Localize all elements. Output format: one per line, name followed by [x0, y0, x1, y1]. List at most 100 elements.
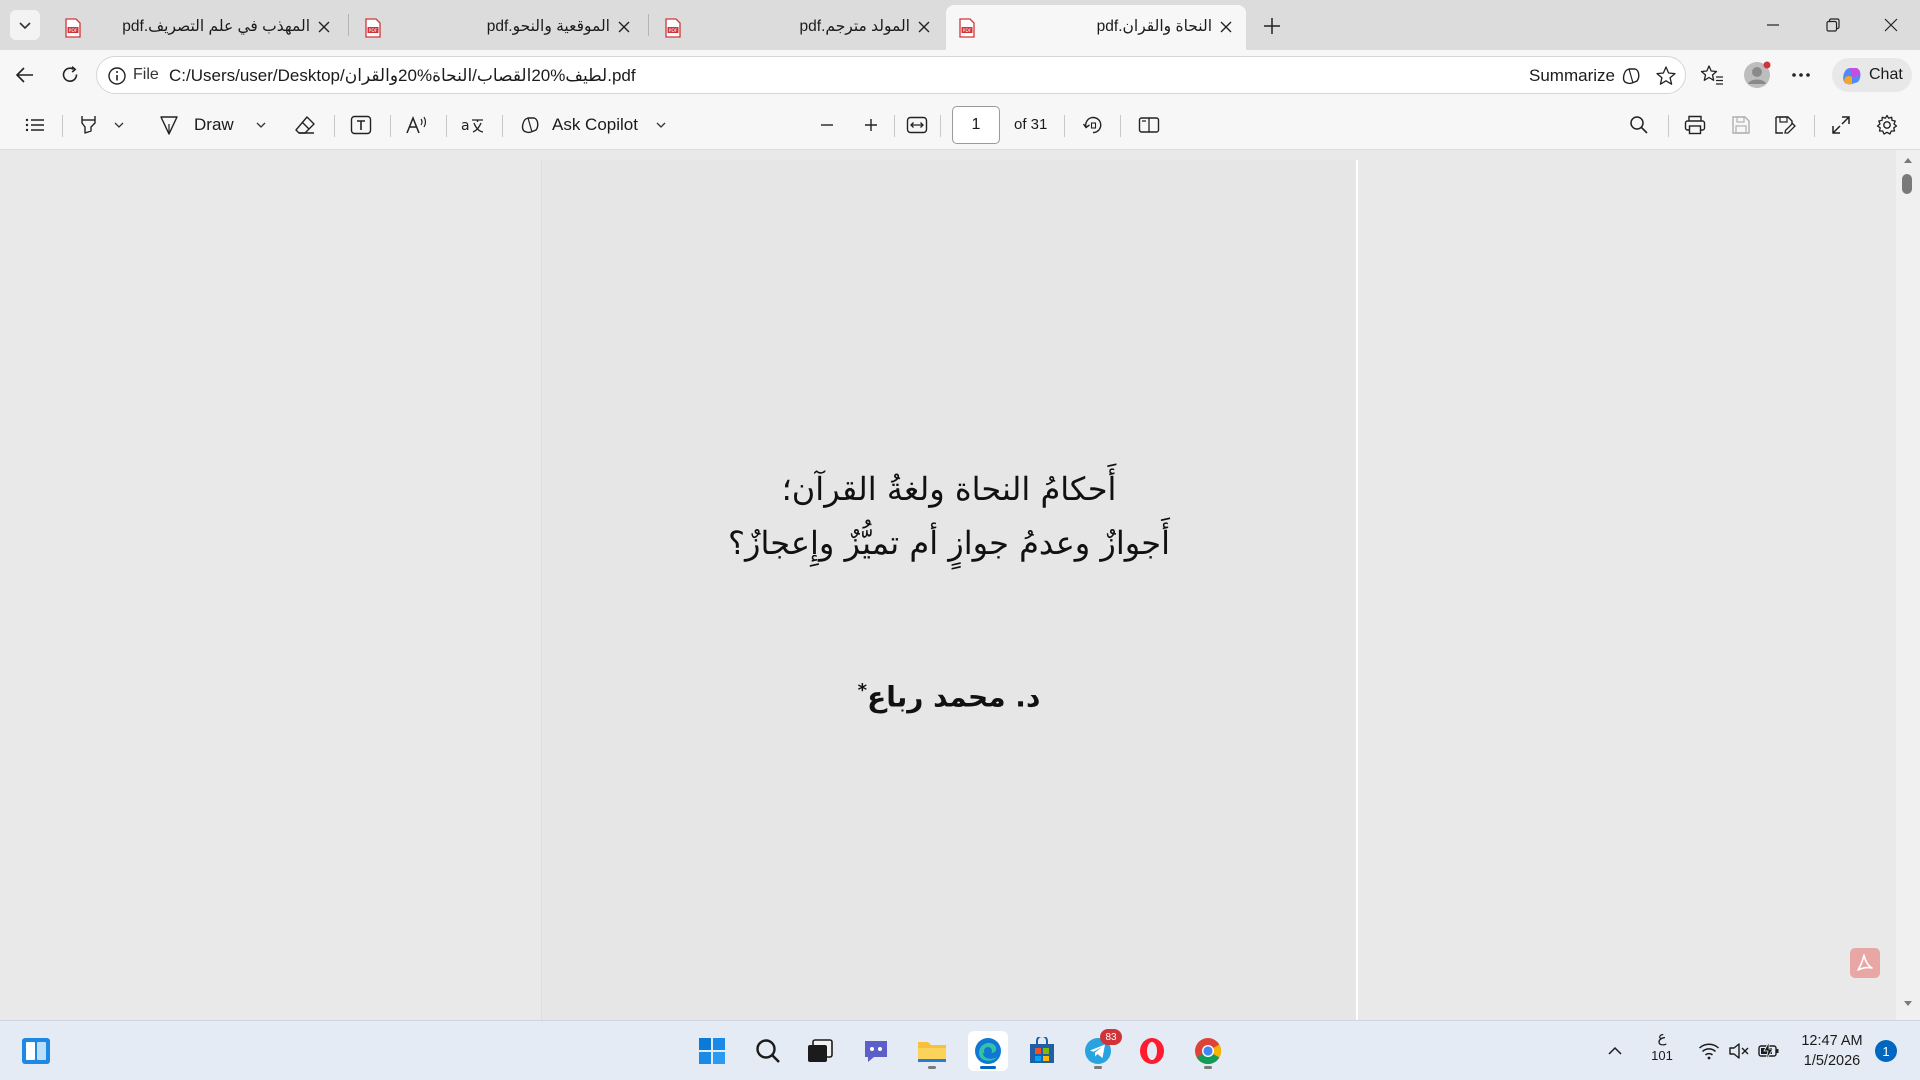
close-icon — [318, 21, 330, 33]
find-button[interactable] — [1624, 110, 1654, 140]
highlight-options-dropdown[interactable] — [110, 110, 128, 140]
read-aloud-button[interactable] — [402, 110, 432, 140]
favorite-star-icon[interactable] — [1655, 65, 1677, 87]
close-icon — [618, 21, 630, 33]
profile-button[interactable] — [1742, 60, 1772, 90]
minimize-button[interactable] — [1756, 10, 1790, 40]
keyboard-layout-sub: 101 — [1651, 1048, 1673, 1063]
scrollbar-thumb[interactable] — [1902, 174, 1912, 194]
draw-button[interactable]: Draw — [158, 110, 234, 140]
volume-muted-icon — [1729, 1043, 1749, 1059]
summarize-button[interactable]: Summarize — [1529, 66, 1615, 86]
scroll-up-arrow-icon[interactable] — [1903, 156, 1913, 164]
erase-button[interactable] — [290, 110, 320, 140]
start-button[interactable] — [692, 1031, 732, 1071]
system-clock[interactable]: 12:47 AM 1/5/2026 — [1796, 1031, 1868, 1071]
pen-draw-icon — [160, 116, 178, 135]
pdf-settings-button[interactable] — [1872, 110, 1902, 140]
restore-button[interactable] — [1816, 10, 1850, 40]
tab-actions-menu-button[interactable] — [10, 10, 40, 40]
highlight-button[interactable] — [74, 110, 104, 140]
translate-button[interactable]: a — [458, 110, 488, 140]
opera-logo-icon — [1140, 1038, 1164, 1064]
chevron-down-icon — [114, 122, 124, 128]
close-tab-button[interactable] — [614, 17, 634, 37]
print-button[interactable] — [1680, 110, 1710, 140]
clock-date: 1/5/2026 — [1803, 1053, 1861, 1069]
chrome-button[interactable] — [1188, 1031, 1228, 1071]
page-total-label: of 31 — [1014, 116, 1048, 133]
copilot-outline-icon[interactable] — [1620, 65, 1642, 87]
wifi-status-button[interactable] — [1694, 1031, 1724, 1071]
ask-copilot-dropdown[interactable] — [652, 110, 670, 140]
close-icon — [918, 21, 930, 33]
tab-mowallad[interactable]: PDF المولد مترجم.pdf — [652, 5, 944, 50]
rotate-button[interactable] — [1078, 110, 1108, 140]
refresh-button[interactable] — [55, 60, 85, 90]
full-screen-button[interactable] — [1826, 110, 1856, 140]
close-tab-button[interactable] — [1216, 17, 1236, 37]
table-of-contents-button[interactable] — [20, 110, 50, 140]
opera-button[interactable] — [1132, 1031, 1172, 1071]
pdf-viewer[interactable]: أَحكامُ النحاة ولغةُ القرآن؛ أَجوازٌ وعد… — [0, 150, 1920, 1020]
document-title-line-2: أَجوازٌ وعدمُ جوازٍ أم تميُّزٌ وإِعجازٌ؟ — [728, 524, 1170, 562]
close-tab-button[interactable] — [914, 17, 934, 37]
vertical-scrollbar[interactable] — [1896, 150, 1920, 1020]
plus-icon — [865, 119, 877, 131]
fit-width-icon — [906, 116, 928, 134]
notification-count-badge[interactable]: 1 — [1875, 1040, 1897, 1062]
chevron-down-icon — [256, 122, 266, 128]
current-page-value: 1 — [971, 116, 981, 133]
edge-browser-button[interactable] — [968, 1031, 1008, 1071]
add-text-button[interactable] — [346, 110, 376, 140]
address-field[interactable]: File C:/Users/user/Desktop/لطيف%20القصاب… — [96, 56, 1686, 94]
toolbar-divider — [502, 115, 503, 137]
page-view-button[interactable] — [1134, 110, 1164, 140]
favorites-button[interactable] — [1697, 60, 1727, 90]
draw-label: Draw — [194, 115, 234, 134]
ask-copilot-button[interactable]: Ask Copilot — [518, 110, 638, 140]
save-button[interactable] — [1726, 110, 1756, 140]
toolbar-divider — [390, 115, 391, 137]
widgets-button[interactable] — [16, 1031, 56, 1071]
tab-mohadhab[interactable]: PDF المهذب في علم التصريف.pdf — [52, 5, 344, 50]
taskbar-search-button[interactable] — [748, 1031, 788, 1071]
new-tab-button[interactable] — [1258, 12, 1286, 40]
telegram-unread-badge: 83 — [1100, 1029, 1122, 1045]
copilot-icon — [1843, 68, 1861, 85]
acrobat-icon[interactable] — [1850, 948, 1880, 978]
gear-icon — [1876, 114, 1898, 135]
search-icon — [756, 1039, 780, 1063]
zoom-out-button[interactable] — [812, 110, 842, 140]
scroll-down-arrow-icon[interactable] — [1903, 1000, 1913, 1008]
tab-nuhat-quran[interactable]: PDF النحاة والقران.pdf — [946, 5, 1246, 50]
file-explorer-button[interactable] — [912, 1031, 952, 1071]
teams-chat-button[interactable] — [856, 1031, 896, 1071]
draw-options-dropdown[interactable] — [252, 110, 270, 140]
close-tab-button[interactable] — [314, 17, 334, 37]
svg-text:PDF: PDF — [369, 28, 378, 34]
battery-status-button[interactable] — [1754, 1031, 1784, 1071]
microsoft-store-button[interactable] — [1022, 1031, 1062, 1071]
close-window-button[interactable] — [1874, 10, 1908, 40]
refresh-icon — [62, 66, 78, 82]
zoom-in-button[interactable] — [856, 110, 886, 140]
settings-more-button[interactable] — [1786, 60, 1816, 90]
fit-to-width-button[interactable] — [902, 110, 932, 140]
info-icon[interactable] — [107, 66, 127, 86]
volume-button[interactable] — [1724, 1031, 1754, 1071]
task-view-button[interactable] — [800, 1031, 840, 1071]
copilot-chat-button[interactable]: Chat — [1832, 58, 1912, 92]
telegram-button[interactable]: 83 — [1078, 1029, 1122, 1071]
tab-mawqiiya[interactable]: PDF الموقعية والنحو.pdf — [352, 5, 644, 50]
svg-text:a: a — [461, 118, 470, 134]
folder-icon — [918, 1042, 946, 1062]
show-hidden-icons-button[interactable] — [1600, 1031, 1630, 1071]
save-as-button[interactable] — [1770, 110, 1800, 140]
author-footnote-mark: * — [857, 680, 868, 701]
pdf-file-icon: PDF — [365, 18, 381, 38]
page-number-input[interactable]: 1 — [952, 106, 1000, 144]
back-button[interactable] — [10, 60, 40, 90]
input-language-indicator[interactable]: ع 101 — [1648, 1029, 1676, 1065]
url-text[interactable]: C:/Users/user/Desktop/لطيف%20القصاب/النح… — [169, 66, 636, 86]
